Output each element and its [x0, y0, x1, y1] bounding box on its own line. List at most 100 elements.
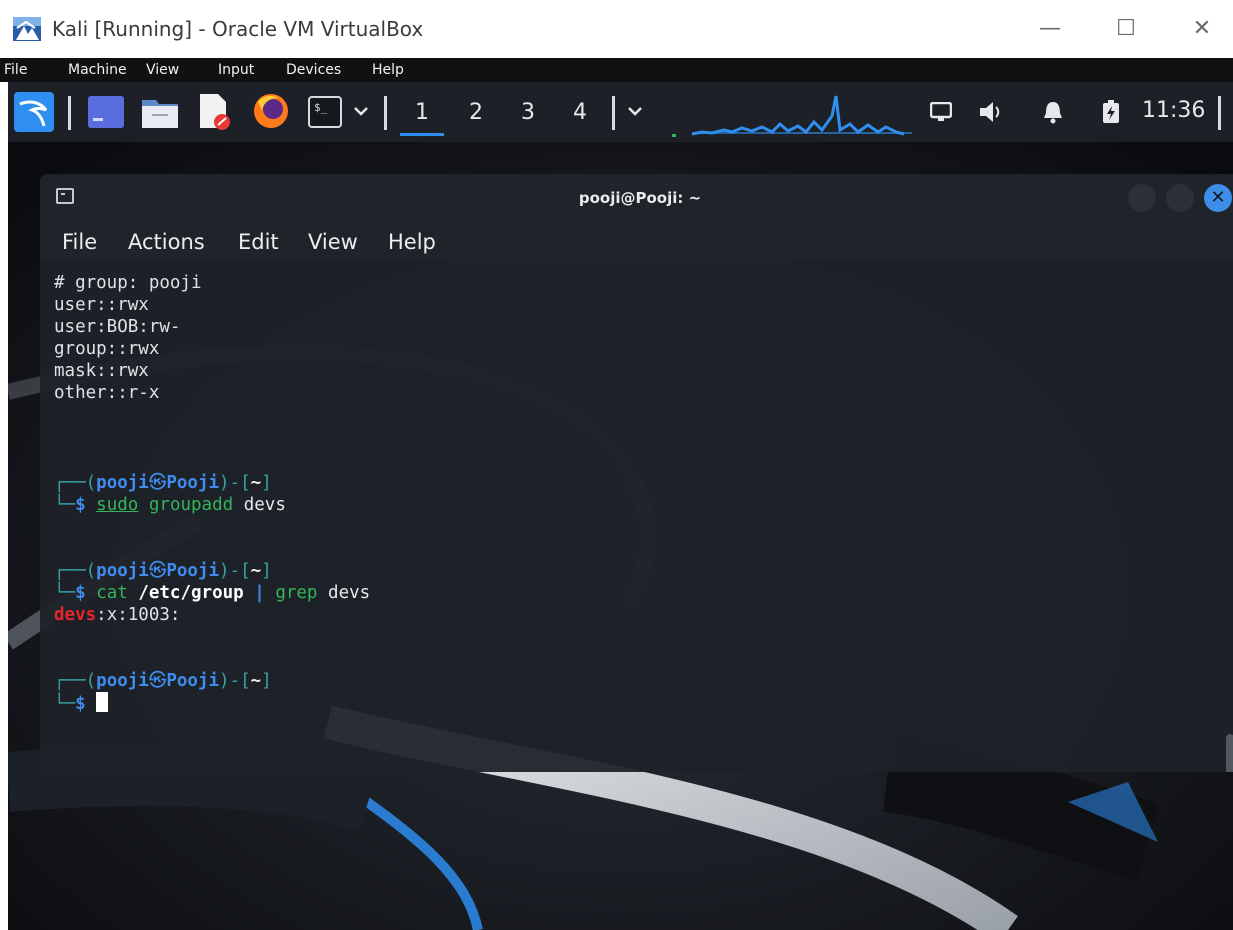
menu-input[interactable]: Input: [218, 58, 254, 82]
prompt-user: pooji: [96, 561, 149, 581]
terminal-icon[interactable]: $_: [308, 96, 342, 128]
prompt-frame: )-[: [219, 561, 251, 581]
file-manager-icon[interactable]: [142, 96, 178, 128]
chevron-down-icon[interactable]: [628, 106, 642, 116]
close-icon: ✕: [1210, 187, 1226, 208]
prompt-frame: ]: [261, 671, 272, 691]
panel-separator: [612, 96, 615, 130]
output-line: other::r-x: [54, 383, 160, 403]
menu-devices[interactable]: Devices: [286, 58, 341, 82]
virtualbox-logo-icon: [13, 17, 41, 41]
window-title: Kali [Running] - Oracle VM VirtualBox: [52, 17, 424, 41]
text-cursor: [96, 692, 109, 712]
prompt-at-symbol: ㉿: [148, 561, 167, 581]
prompt-frame: └─: [54, 495, 76, 515]
output-line: devs:x:1003:: [54, 604, 180, 626]
kali-menu-icon[interactable]: [14, 92, 54, 132]
command-line: └─$ cat /etc/group | grep devs: [54, 582, 370, 604]
chevron-down-icon[interactable]: [354, 106, 368, 116]
prompt-line: ┌──(pooji㉿Pooji)-[~]: [54, 670, 272, 692]
prompt-dollar: $: [75, 495, 86, 515]
virtualbox-title-bar: Kali [Running] - Oracle VM VirtualBox — …: [0, 0, 1233, 58]
panel-separator: [384, 96, 387, 130]
workspace-4[interactable]: 4: [558, 90, 602, 136]
prompt-frame: ]: [261, 473, 272, 493]
prompt-at-symbol: ㉿: [148, 473, 167, 493]
prompt-path: ~: [250, 473, 262, 493]
workspace-3[interactable]: 3: [506, 90, 550, 136]
output-line: mask::rwx: [54, 361, 149, 381]
firefox-icon[interactable]: [252, 92, 290, 130]
prompt-frame: ┌──(: [54, 473, 97, 493]
text-editor-icon[interactable]: [198, 94, 230, 130]
prompt-path: ~: [250, 671, 262, 691]
menu-view[interactable]: View: [146, 58, 179, 82]
command-name: sudo: [96, 495, 139, 515]
terminal-maximize-button[interactable]: [1166, 184, 1194, 212]
volume-icon[interactable]: [978, 100, 1004, 124]
notification-bell-icon[interactable]: [1042, 100, 1064, 124]
prompt-user: pooji: [96, 473, 149, 493]
command-arg: devs: [233, 495, 286, 515]
show-desktop-icon[interactable]: [88, 96, 124, 128]
prompt-line: ┌──(pooji㉿Pooji)-[~]: [54, 472, 272, 494]
menu-file[interactable]: File: [4, 58, 27, 82]
prompt-frame: )-[: [219, 473, 251, 493]
prompt-at-symbol: ㉿: [148, 671, 167, 691]
command-pipe: |: [254, 583, 265, 603]
command-arg: /etc/group: [138, 583, 244, 603]
command-arg: devs: [328, 583, 371, 603]
terminal-menu-view[interactable]: View: [308, 222, 358, 262]
terminal-menu-actions[interactable]: Actions: [128, 222, 205, 262]
prompt-frame: └─: [54, 583, 76, 603]
output-line: # group: pooji: [54, 273, 202, 293]
menu-machine[interactable]: Machine: [68, 58, 127, 82]
prompt-host: Pooji: [166, 561, 220, 581]
network-monitor-graph: [672, 95, 912, 137]
terminal-menu-file[interactable]: File: [62, 222, 97, 262]
prompt-frame: └─: [54, 694, 76, 714]
prompt-dollar: $: [75, 694, 86, 714]
output-line: user::rwx: [54, 295, 149, 315]
command-name: cat: [96, 583, 128, 603]
terminal-menu-bar: File Actions Edit View Help: [40, 222, 1233, 262]
prompt-path: ~: [250, 561, 262, 581]
panel-separator: [68, 96, 71, 130]
output-line: group::rwx: [54, 339, 160, 359]
prompt-host: Pooji: [166, 473, 220, 493]
prompt-dollar: $: [75, 583, 86, 603]
prompt-frame: )-[: [219, 671, 251, 691]
prompt-frame: ]: [261, 561, 272, 581]
guest-screen: $_ 1 2 3 4 11:36 pooji@Pooji: ~ ✕ File A…: [8, 82, 1233, 930]
command-args: groupadd devs: [148, 495, 286, 515]
maximize-button[interactable]: ☐: [1106, 10, 1146, 48]
panel-clock[interactable]: 11:36: [1142, 94, 1205, 128]
terminal-menu-edit[interactable]: Edit: [238, 222, 279, 262]
terminal-title-bar[interactable]: pooji@Pooji: ~ ✕: [40, 174, 1233, 222]
terminal-output[interactable]: # group: pooji user::rwx user:BOB:rw- gr…: [40, 262, 1233, 772]
panel-separator: [1218, 96, 1221, 130]
menu-help[interactable]: Help: [372, 58, 404, 82]
prompt-host: Pooji: [166, 671, 220, 691]
network-icon[interactable]: [930, 102, 952, 122]
terminal-scrollbar[interactable]: [1226, 734, 1233, 772]
prompt-line: ┌──(pooji㉿Pooji)-[~]: [54, 560, 272, 582]
terminal-minimize-button[interactable]: [1128, 184, 1156, 212]
output-line: user:BOB:rw-: [54, 317, 181, 337]
terminal-menu-help[interactable]: Help: [388, 222, 436, 262]
kali-top-panel: $_ 1 2 3 4 11:36: [8, 82, 1233, 142]
workspace-1[interactable]: 1: [400, 90, 444, 136]
output-text: :x:1003:: [96, 605, 181, 625]
command-line[interactable]: └─$: [54, 692, 109, 715]
virtualbox-menu-bar: File Machine View Input Devices Help: [0, 58, 1233, 82]
minimize-button[interactable]: —: [1030, 10, 1070, 48]
prompt-frame: ┌──(: [54, 561, 97, 581]
terminal-window: pooji@Pooji: ~ ✕ File Actions Edit View …: [40, 174, 1233, 772]
prompt-user: pooji: [96, 671, 149, 691]
battery-icon[interactable]: [1102, 100, 1120, 124]
workspace-2[interactable]: 2: [454, 90, 498, 136]
grep-match: devs: [54, 605, 97, 625]
command-line: └─$ sudo groupadd devs: [54, 494, 286, 516]
terminal-close-button[interactable]: ✕: [1204, 184, 1232, 212]
close-button[interactable]: ✕: [1182, 10, 1222, 48]
